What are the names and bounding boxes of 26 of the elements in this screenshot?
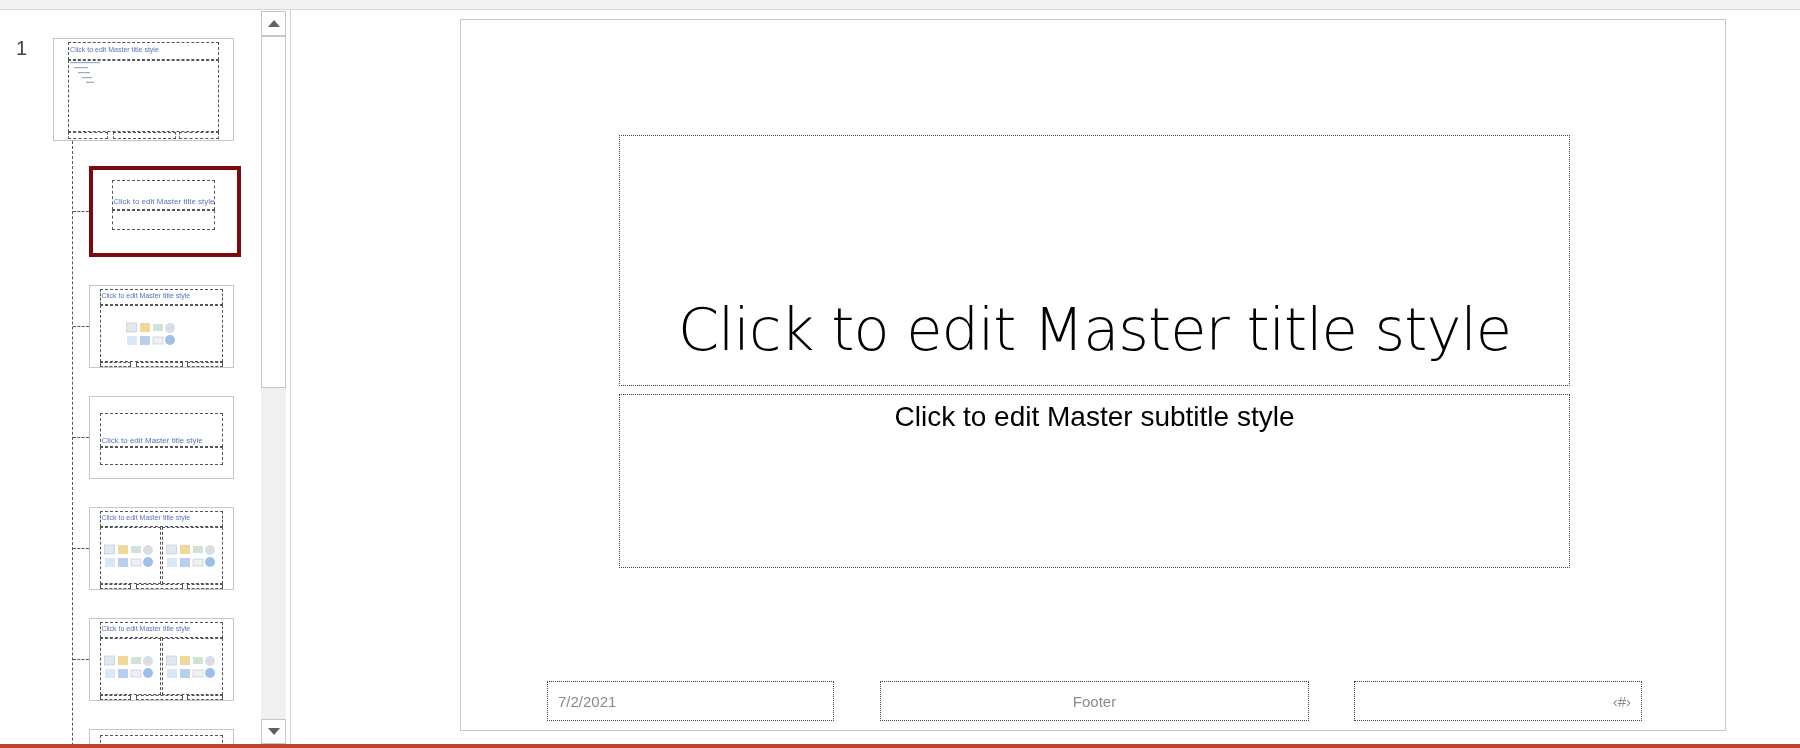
slide-number: 1: [15, 38, 29, 61]
slide-subtitle: Click to edit Master subtitle style: [894, 401, 1295, 432]
content-icons-drawing: [125, 321, 176, 346]
content-icons-drawing: [165, 655, 216, 680]
content-icons-drawing: [104, 655, 155, 680]
slide-thumbnail[interactable]: Click to edit Master title style: [89, 166, 241, 257]
text-lines-drawing: [70, 62, 101, 84]
subtitle-placeholder[interactable]: Click to edit Master subtitle style: [619, 394, 1570, 568]
down-arrow-icon: [267, 728, 280, 735]
date-placeholder[interactable]: 7/2/2021: [547, 681, 834, 721]
scrollbar-thumb[interactable]: [261, 36, 286, 388]
up-arrow-icon: [267, 20, 280, 27]
slide-thumbnail[interactable]: Click to edit Master title style: [89, 396, 234, 479]
content-icons-drawing: [165, 544, 216, 569]
title-placeholder[interactable]: [619, 135, 1570, 386]
slide-number-text: ‹#›: [1612, 692, 1631, 710]
slide-number-placeholder[interactable]: ‹#›: [1354, 681, 1642, 721]
date-text: 7/2/2021: [558, 692, 617, 710]
scroll-up-button[interactable]: [261, 11, 286, 36]
footer-placeholder[interactable]: Footer: [880, 681, 1309, 721]
content-icons-drawing: [104, 544, 155, 569]
slide-title: Click to edit Master title style: [676, 300, 1513, 359]
thumbnail-title: Click to edit Master title style: [101, 436, 203, 445]
thumbnail-title: Click to edit Master title style: [113, 198, 215, 207]
footer-text: Footer: [1072, 692, 1117, 710]
scroll-down-button[interactable]: [261, 719, 286, 744]
